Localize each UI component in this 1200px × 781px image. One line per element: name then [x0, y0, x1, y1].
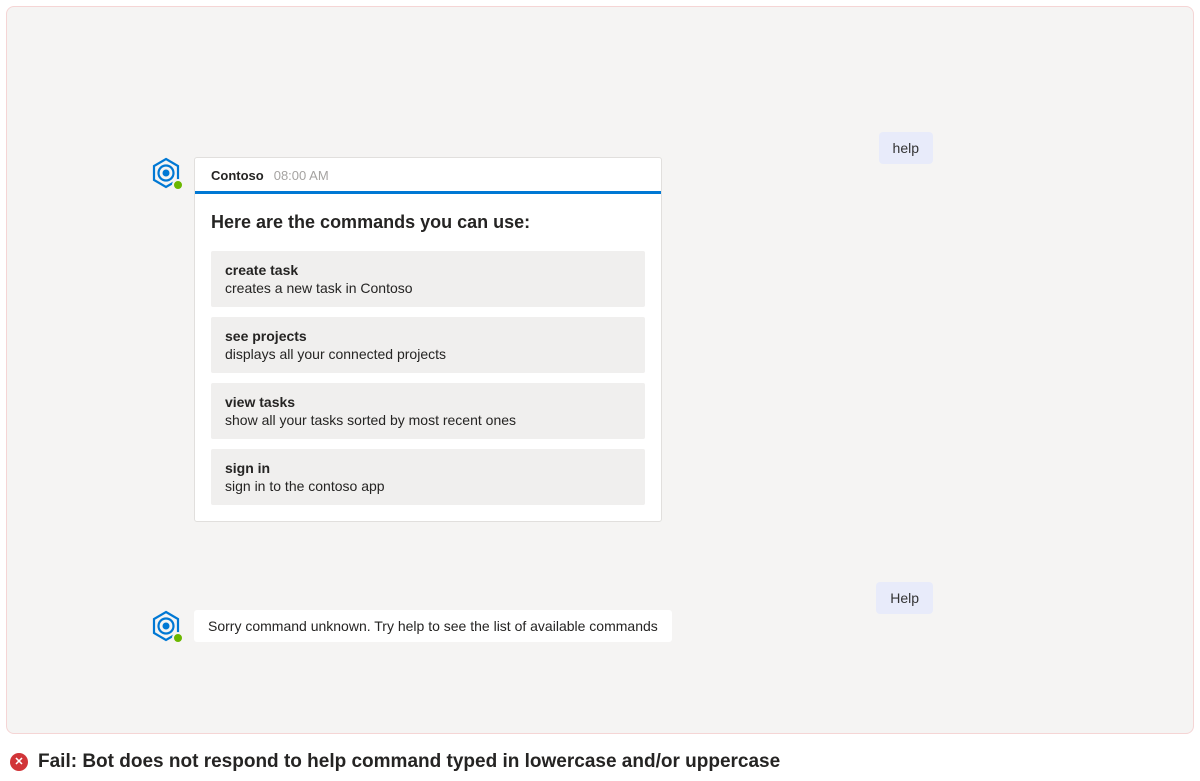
card-body: Here are the commands you can use: creat…: [195, 194, 661, 521]
bot-plain-message-text: Sorry command unknown. Try help to see t…: [208, 618, 658, 634]
fail-x-icon: [10, 753, 28, 771]
command-description: sign in to the contoso app: [225, 478, 631, 494]
command-item[interactable]: see projects displays all your connected…: [211, 317, 645, 373]
user-message-help-lower: help: [879, 132, 933, 164]
fail-annotation: Fail: Bot does not respond to help comma…: [10, 751, 1190, 773]
card-header: Contoso 08:00 AM: [195, 158, 661, 191]
fail-message-text: Fail: Bot does not respond to help comma…: [38, 751, 780, 773]
command-description: displays all your connected projects: [225, 346, 631, 362]
command-item[interactable]: create task creates a new task in Contos…: [211, 251, 645, 307]
user-message-text: help: [893, 140, 919, 156]
command-description: creates a new task in Contoso: [225, 280, 631, 296]
user-message-text: Help: [890, 590, 919, 606]
command-item[interactable]: sign in sign in to the contoso app: [211, 449, 645, 505]
command-name: see projects: [225, 328, 631, 344]
bot-avatar: [150, 610, 182, 642]
bot-response-plain-block: Sorry command unknown. Try help to see t…: [150, 610, 672, 642]
user-message-help-upper: Help: [876, 582, 933, 614]
bot-name: Contoso: [211, 168, 264, 183]
chat-container: help Contoso 08:00 AM Here are the comma…: [6, 6, 1194, 734]
command-description: show all your tasks sorted by most recen…: [225, 412, 631, 428]
bot-avatar: [150, 157, 182, 189]
message-timestamp: 08:00 AM: [274, 168, 329, 183]
presence-available-icon: [172, 632, 184, 644]
command-name: view tasks: [225, 394, 631, 410]
presence-available-icon: [172, 179, 184, 191]
bot-response-card-block: Contoso 08:00 AM Here are the commands y…: [150, 157, 662, 522]
command-name: create task: [225, 262, 631, 278]
bot-plain-message: Sorry command unknown. Try help to see t…: [194, 610, 672, 642]
command-item[interactable]: view tasks show all your tasks sorted by…: [211, 383, 645, 439]
adaptive-card: Contoso 08:00 AM Here are the commands y…: [194, 157, 662, 522]
command-name: sign in: [225, 460, 631, 476]
card-title: Here are the commands you can use:: [211, 212, 645, 233]
